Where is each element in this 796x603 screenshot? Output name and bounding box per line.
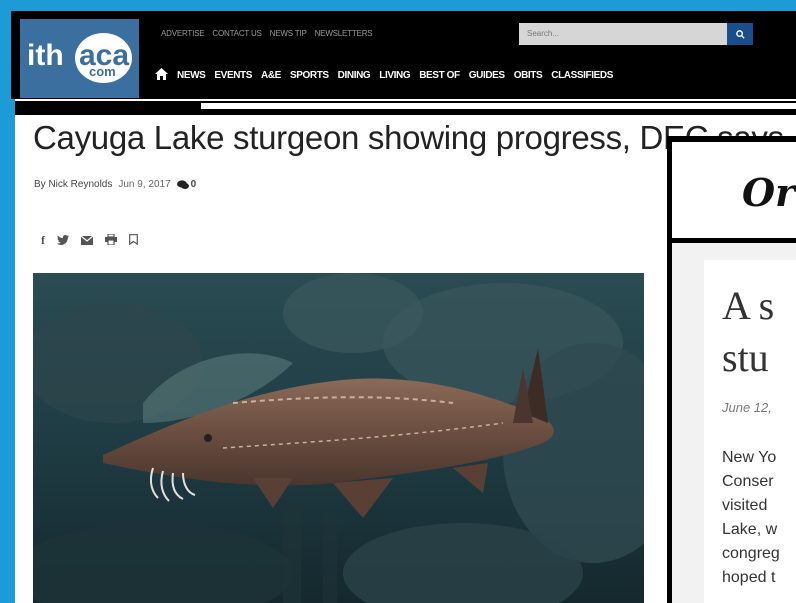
- search-button[interactable]: [727, 23, 753, 45]
- nav-sports[interactable]: SPORTS: [290, 70, 329, 81]
- overlay-headline[interactable]: A s stu: [722, 280, 796, 384]
- publish-date: Jun 9, 2017: [118, 179, 171, 190]
- email-icon[interactable]: [80, 234, 94, 248]
- article-photo[interactable]: [33, 273, 644, 603]
- author-link[interactable]: By Nick Reynolds: [34, 179, 112, 190]
- logo-text: ith: [27, 39, 64, 72]
- link-advertise[interactable]: ADVERTISE: [161, 29, 205, 38]
- link-news-tip[interactable]: NEWS TIP: [270, 29, 307, 38]
- site-logo[interactable]: ith aca com: [20, 19, 139, 98]
- nav-living[interactable]: LIVING: [379, 70, 410, 81]
- overlay-masthead: Or: [672, 142, 796, 243]
- comment-icon: [176, 179, 189, 189]
- facebook-icon[interactable]: f: [41, 233, 45, 248]
- overlay-article-card: A s stu June 12, New Yo Conser visited L…: [704, 260, 796, 603]
- nav-arts-entertainment[interactable]: A&E: [261, 70, 281, 81]
- overlay-body: New Yo Conser visited Lake, w congreg ho…: [722, 446, 796, 590]
- twitter-icon[interactable]: [57, 234, 69, 248]
- overlay-page: Or A s stu June 12, New Yo Conser visite…: [672, 142, 796, 603]
- nav-events[interactable]: EVENTS: [214, 70, 252, 81]
- link-contact-us[interactable]: CONTACT US: [212, 29, 261, 38]
- comment-count: 0: [190, 179, 197, 190]
- share-toolbar: f: [41, 232, 138, 248]
- overlay-body-line: Lake, w: [722, 521, 778, 538]
- scroll-progress-bar: [201, 103, 796, 109]
- utility-nav: ADVERTISE CONTACT US NEWS TIP NEWSLETTER…: [161, 29, 373, 38]
- logo-subtext: com: [89, 64, 116, 79]
- comments-link[interactable]: 0: [176, 179, 197, 190]
- nav-dining[interactable]: DINING: [338, 70, 371, 81]
- overlay-body-line: hoped t: [722, 569, 776, 586]
- search-icon: [735, 29, 745, 39]
- nav-obits[interactable]: OBITS: [514, 70, 543, 81]
- nav-news[interactable]: NEWS: [177, 70, 206, 81]
- link-newsletters[interactable]: NEWSLETTERS: [315, 29, 373, 38]
- overlay-headline-line: stu: [722, 335, 769, 380]
- byline: By Nick Reynolds Jun 9, 2017 0: [34, 179, 196, 190]
- overlay-body-line: New Yo: [722, 449, 777, 466]
- overlay-masthead-text[interactable]: Or: [742, 170, 795, 215]
- search-placeholder: Search...: [527, 29, 560, 38]
- nav-guides[interactable]: GUIDES: [469, 70, 505, 81]
- nav-best-of[interactable]: BEST OF: [419, 70, 460, 81]
- home-icon[interactable]: [155, 68, 168, 83]
- overlay-body-line: Conser: [722, 473, 774, 490]
- sub-header-bar: [11, 99, 796, 115]
- logo-circle: aca com: [75, 33, 132, 83]
- main-nav: NEWS EVENTS A&E SPORTS DINING LIVING BES…: [155, 68, 613, 83]
- overlay-window: Or A s stu June 12, New Yo Conser visite…: [667, 136, 796, 603]
- overlay-body-line: congreg: [722, 545, 780, 562]
- nav-classifieds[interactable]: CLASSIFIEDS: [551, 70, 613, 81]
- sturgeon-image: [33, 273, 644, 603]
- screen-frame: ith aca com ADVERTISE CONTACT US NEWS TI…: [0, 0, 796, 603]
- left-edge-bar: [11, 99, 15, 603]
- overlay-headline-line: A s: [722, 283, 775, 328]
- search-input[interactable]: Search...: [519, 23, 727, 45]
- print-icon[interactable]: [105, 232, 117, 248]
- overlay-date: June 12,: [722, 400, 772, 415]
- bookmark-icon[interactable]: [129, 233, 138, 248]
- site-header: ith aca com ADVERTISE CONTACT US NEWS TI…: [11, 11, 796, 99]
- overlay-body-line: visited: [722, 497, 768, 514]
